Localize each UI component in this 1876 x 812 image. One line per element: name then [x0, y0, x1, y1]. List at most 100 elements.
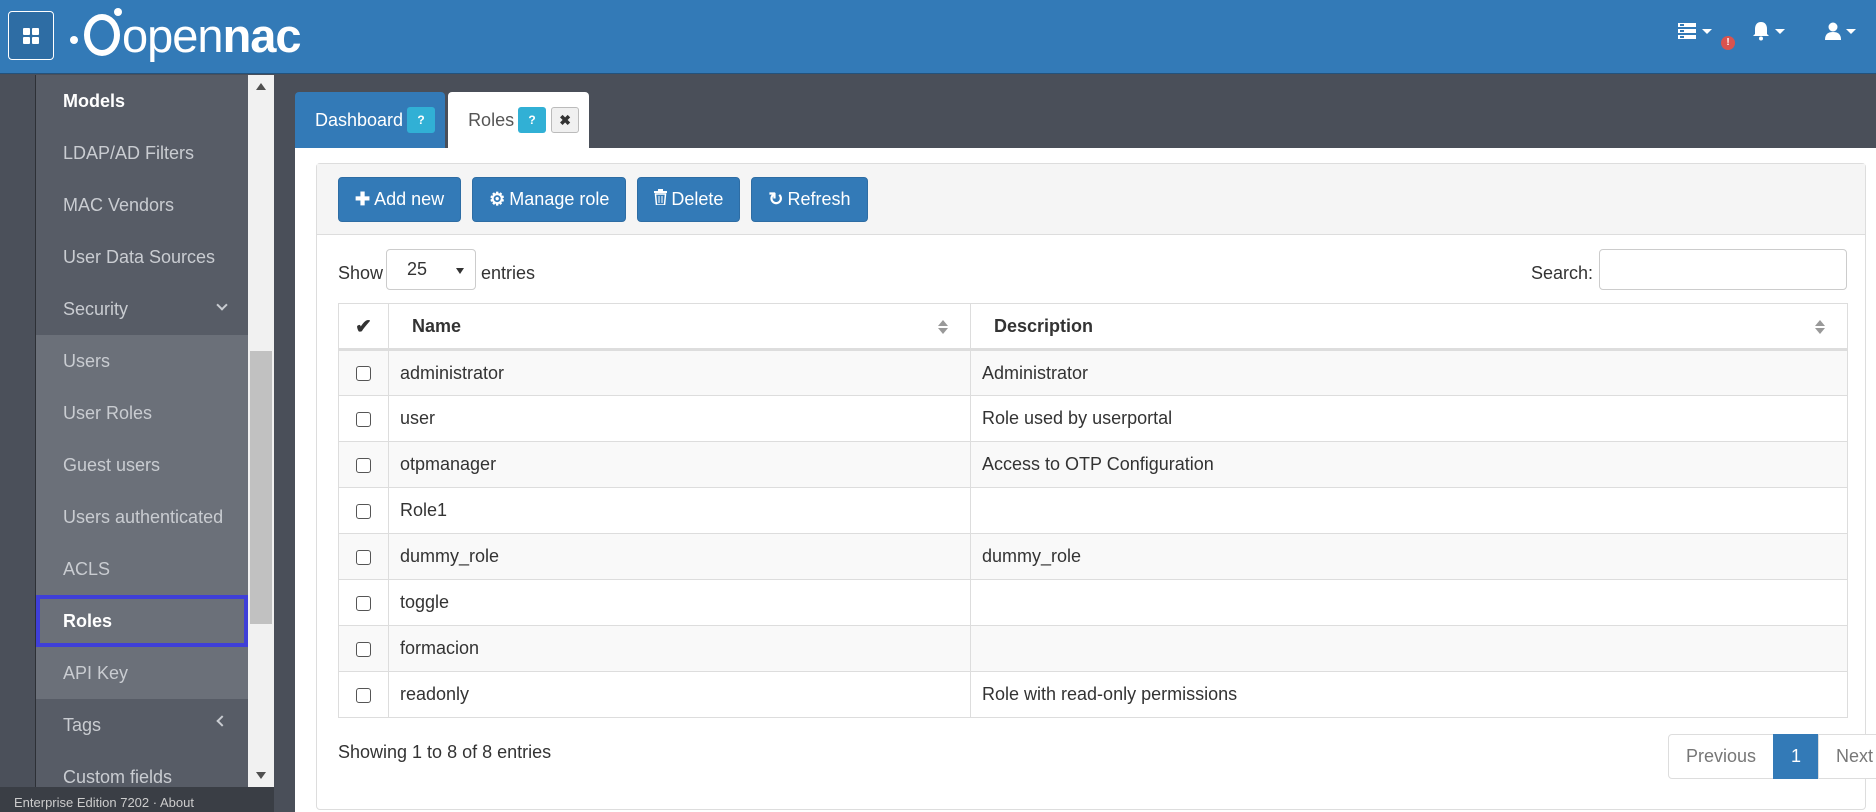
- row-checkbox[interactable]: [356, 549, 371, 565]
- tab-content: ✚ Add new ⚙ Manage role Delete ↻ Refresh Sh…: [295, 148, 1876, 812]
- sidebar-item-guest-users[interactable]: Guest users: [36, 439, 248, 491]
- sidebar-item-acls[interactable]: ACLS: [36, 543, 248, 595]
- page-size-value: 25: [407, 259, 428, 279]
- column-header-description[interactable]: Description: [970, 303, 1848, 351]
- top-navbar: open nac !: [0, 0, 1876, 74]
- main-area: Dashboard ? Roles ? ✖ ✚ Add new ⚙ Manage r…: [274, 75, 1876, 812]
- manage-role-button[interactable]: ⚙ Manage role: [472, 177, 627, 222]
- close-tab-button[interactable]: ✖: [551, 107, 580, 133]
- apps-menu-button[interactable]: [8, 11, 54, 60]
- row-checkbox[interactable]: [356, 595, 371, 611]
- next-page-button[interactable]: Next: [1818, 734, 1876, 779]
- sidebar-item-tags[interactable]: Tags: [36, 699, 248, 751]
- search-input[interactable]: [1599, 249, 1847, 290]
- sidebar-item-ldap-ad-filters[interactable]: LDAP/AD Filters: [36, 127, 248, 179]
- table-row[interactable]: toggle: [338, 579, 1848, 626]
- column-header-label: Name: [412, 315, 462, 336]
- refresh-icon: ↻: [768, 189, 784, 209]
- opennac-logo[interactable]: open nac: [70, 2, 302, 68]
- server-status-menu[interactable]: !: [1677, 22, 1735, 50]
- roles-panel: ✚ Add new ⚙ Manage role Delete ↻ Refresh Sh…: [316, 163, 1876, 810]
- table-row[interactable]: otpmanager Access to OTP Configuration: [338, 441, 1848, 488]
- delete-button[interactable]: Delete: [637, 177, 741, 222]
- alert-icon: !: [1721, 36, 1735, 50]
- sidebar-item-label: MAC Vendors: [63, 194, 175, 215]
- sidebar-item-label: User Roles: [63, 402, 153, 423]
- logo-text-prefix: open: [122, 8, 224, 62]
- sidebar-item-mac-vendors[interactable]: MAC Vendors: [36, 179, 248, 231]
- sidebar-scrollbar[interactable]: [248, 75, 274, 787]
- add-new-button[interactable]: ✚ Add new: [338, 177, 462, 222]
- row-checkbox[interactable]: [356, 366, 371, 382]
- sidebar: Models LDAP/AD Filters MAC Vendors User …: [36, 75, 248, 787]
- sort-icon: [938, 320, 948, 334]
- sidebar-item-label: Guest users: [63, 454, 161, 475]
- server-icon: [1678, 23, 1696, 39]
- column-header-name[interactable]: Name: [388, 303, 971, 351]
- sidebar-item-label: Security: [63, 298, 129, 319]
- role-name-cell: readonly: [388, 671, 971, 718]
- row-checkbox[interactable]: [356, 457, 371, 473]
- sidebar-item-custom-fields[interactable]: Custom fields: [36, 751, 248, 787]
- tab-dashboard[interactable]: Dashboard ?: [295, 92, 446, 148]
- role-description-cell: Administrator: [970, 349, 1848, 396]
- bell-icon: [1753, 22, 1769, 41]
- chevron-left-icon: [216, 715, 228, 727]
- row-checkbox[interactable]: [356, 503, 371, 519]
- sidebar-item-users-authenticated[interactable]: Users authenticated: [36, 491, 248, 543]
- role-description-cell: Access to OTP Configuration: [970, 441, 1848, 488]
- table-row[interactable]: readonly Role with read-only permissions: [338, 671, 1848, 718]
- table-header-row: ✔ Name Description: [338, 303, 1848, 351]
- refresh-button[interactable]: ↻ Refresh: [751, 177, 868, 222]
- table-row[interactable]: user Role used by userportal: [338, 395, 1848, 442]
- search-label: Search:: [1531, 263, 1594, 283]
- table-row[interactable]: Role1: [338, 487, 1848, 534]
- sidebar-item-user-data-sources[interactable]: User Data Sources: [36, 231, 248, 283]
- dropdown-caret-icon: [456, 268, 464, 274]
- role-description-cell: [970, 487, 1848, 534]
- scroll-down-arrow-icon[interactable]: [256, 772, 266, 779]
- sidebar-item-users[interactable]: Users: [36, 335, 248, 387]
- user-menu[interactable]: [1825, 22, 1856, 40]
- table-row[interactable]: administrator Administrator: [338, 349, 1848, 396]
- scrollbar-thumb[interactable]: [250, 351, 272, 624]
- sidebar-item-api-key[interactable]: API Key: [36, 647, 248, 699]
- pagination: Previous 1 Next: [1668, 734, 1876, 779]
- help-icon[interactable]: ?: [407, 107, 436, 133]
- page-button-current[interactable]: 1: [1773, 734, 1820, 779]
- row-checkbox[interactable]: [356, 641, 371, 657]
- notifications-menu[interactable]: [1752, 21, 1785, 41]
- role-description-cell: Role with read-only permissions: [970, 671, 1848, 718]
- checkmark-icon: ✔: [355, 315, 372, 338]
- help-icon[interactable]: ?: [518, 107, 547, 133]
- sidebar-item-roles[interactable]: Roles: [36, 595, 248, 647]
- gear-icon: ⚙: [489, 189, 506, 209]
- sidebar-item-security[interactable]: Security: [36, 283, 248, 335]
- role-name-cell: administrator: [388, 349, 971, 396]
- add-new-label: Add new: [374, 189, 445, 209]
- sidebar-item-label: Users: [63, 350, 111, 371]
- tab-roles[interactable]: Roles ? ✖: [448, 92, 590, 148]
- sidebar-item-label: API Key: [63, 662, 129, 683]
- role-name-cell: toggle: [388, 579, 971, 626]
- sidebar-item-label: Users authenticated: [63, 506, 224, 527]
- page-size-select[interactable]: 25: [386, 249, 476, 290]
- row-checkbox[interactable]: [356, 411, 371, 427]
- role-description-cell: [970, 625, 1848, 672]
- select-all-header[interactable]: ✔: [338, 303, 389, 351]
- sidebar-item-user-roles[interactable]: User Roles: [36, 387, 248, 439]
- table-row[interactable]: formacion: [338, 625, 1848, 672]
- sidebar-item-label: LDAP/AD Filters: [63, 142, 195, 163]
- toolbar: ✚ Add new ⚙ Manage role Delete ↻ Refresh: [317, 164, 1865, 235]
- table-row[interactable]: dummy_role dummy_role: [338, 533, 1848, 580]
- tab-label: Dashboard: [315, 109, 404, 130]
- table-controls: Show 25 entries Search:: [317, 235, 1865, 305]
- column-header-label: Description: [994, 315, 1094, 336]
- previous-page-button[interactable]: Previous: [1668, 734, 1775, 779]
- sidebar-item-label: ACLS: [63, 558, 111, 579]
- chevron-down-icon: [216, 299, 228, 311]
- sidebar-item-models[interactable]: Models: [36, 75, 248, 127]
- show-label: Show: [338, 263, 384, 283]
- scroll-up-arrow-icon[interactable]: [256, 83, 266, 90]
- row-checkbox[interactable]: [356, 687, 371, 703]
